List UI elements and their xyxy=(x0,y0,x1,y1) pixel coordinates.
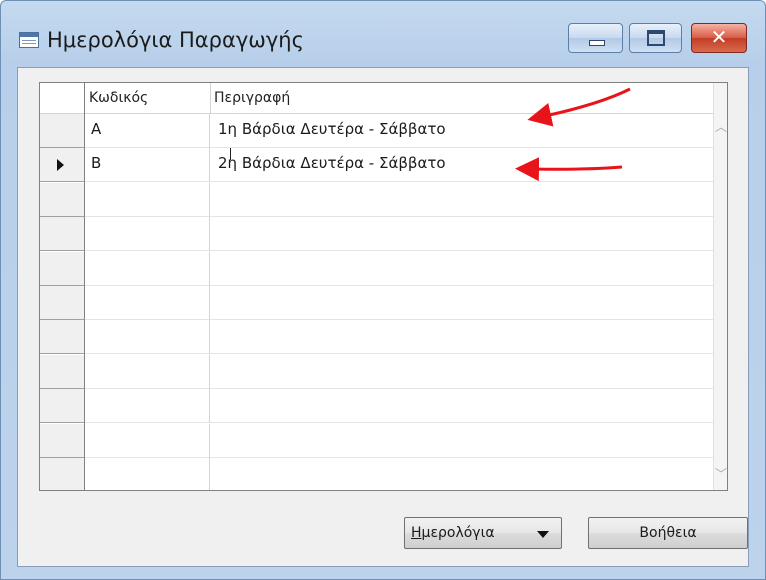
empty-table-row[interactable] xyxy=(40,423,713,458)
close-icon: ✕ xyxy=(710,25,728,49)
code-cell[interactable] xyxy=(85,458,210,490)
code-cell[interactable] xyxy=(85,354,210,389)
maximize-button[interactable] xyxy=(629,23,682,53)
window-title: Ημερολόγια Παραγωγής xyxy=(47,28,304,52)
grid-header: Κωδικός Περιγραφή xyxy=(40,83,713,114)
description-cell[interactable] xyxy=(210,424,713,458)
code-text: A xyxy=(91,120,102,138)
row-selector[interactable] xyxy=(40,423,85,458)
row-selector[interactable] xyxy=(40,182,85,217)
calendars-label: μερολόγια xyxy=(421,525,495,541)
maximize-icon xyxy=(647,30,665,46)
client-area: Κωδικός Περιγραφή A 1η Βάρδια Δευτέρα - Σ… xyxy=(17,67,749,567)
row-selector[interactable] xyxy=(40,148,85,183)
description-text: 2η Βάρδια Δευτέρα - Σάββατο xyxy=(218,154,446,173)
calendars-menu-button[interactable]: Ημερολόγια xyxy=(404,517,562,549)
empty-table-row[interactable] xyxy=(40,182,713,217)
code-cell[interactable] xyxy=(85,389,210,424)
description-cell[interactable] xyxy=(210,458,713,490)
close-button[interactable]: ✕ xyxy=(691,23,747,53)
description-cell[interactable] xyxy=(210,320,713,355)
row-selector[interactable] xyxy=(40,114,85,148)
vertical-scrollbar[interactable]: ︿ ﹀ xyxy=(713,83,727,490)
table-row[interactable]: A 1η Βάρδια Δευτέρα - Σάββατο xyxy=(40,114,713,148)
code-cell[interactable] xyxy=(85,320,210,355)
code-cell[interactable] xyxy=(85,286,210,320)
table-icon xyxy=(19,32,39,48)
row-selector[interactable] xyxy=(40,217,85,252)
code-text: B xyxy=(91,154,102,173)
code-cell[interactable] xyxy=(85,217,210,252)
title-bar[interactable]: Ημερολόγια Παραγωγής ✕ xyxy=(1,1,765,63)
dropdown-arrow-icon xyxy=(537,531,549,538)
description-cell[interactable] xyxy=(210,252,713,286)
code-cell[interactable] xyxy=(85,423,210,458)
description-cell[interactable] xyxy=(210,217,713,252)
description-text: 1η Βάρδια Δευτέρα - Σάββατο xyxy=(218,120,446,138)
table-row[interactable]: B 2η Βάρδια Δευτέρα - Σάββατο xyxy=(40,148,713,183)
description-cell[interactable]: 1η Βάρδια Δευτέρα - Σάββατο xyxy=(210,114,713,148)
scroll-up-icon[interactable]: ︿ xyxy=(714,117,727,137)
empty-table-row[interactable] xyxy=(40,354,713,389)
text-cursor xyxy=(230,148,231,160)
window: Ημερολόγια Παραγωγής ✕ Κωδικός Περιγραφή… xyxy=(0,0,766,580)
row-selector[interactable] xyxy=(40,286,85,320)
empty-table-row[interactable] xyxy=(40,458,713,490)
help-button[interactable]: Βοήθεια xyxy=(588,517,748,549)
scroll-down-icon[interactable]: ﹀ xyxy=(714,464,727,484)
row-selector[interactable] xyxy=(40,354,85,389)
row-selector[interactable] xyxy=(40,389,85,424)
empty-table-row[interactable] xyxy=(40,286,713,320)
help-label: Βοήθεια xyxy=(639,525,697,541)
row-selector[interactable] xyxy=(40,251,85,286)
row-selector[interactable] xyxy=(40,320,85,355)
calendar-grid[interactable]: Κωδικός Περιγραφή A 1η Βάρδια Δευτέρα - Σ… xyxy=(39,82,728,491)
code-cell[interactable] xyxy=(85,182,210,217)
description-cell[interactable] xyxy=(210,286,713,320)
code-cell[interactable]: B xyxy=(85,148,210,183)
row-selector[interactable] xyxy=(40,458,85,490)
code-cell[interactable] xyxy=(85,251,210,286)
description-cell[interactable]: 2η Βάρδια Δευτέρα - Σάββατο xyxy=(210,148,713,183)
minimize-icon xyxy=(589,40,605,46)
current-row-indicator-icon xyxy=(57,159,64,172)
minimize-button[interactable] xyxy=(568,23,623,53)
column-header-description[interactable]: Περιγραφή xyxy=(214,90,290,106)
description-cell[interactable] xyxy=(210,355,713,389)
empty-table-row[interactable] xyxy=(40,320,713,355)
empty-table-row[interactable] xyxy=(40,217,713,252)
description-cell[interactable] xyxy=(210,183,713,217)
empty-table-row[interactable] xyxy=(40,251,713,286)
empty-table-row[interactable] xyxy=(40,389,713,424)
column-header-code[interactable]: Κωδικός xyxy=(89,90,148,106)
description-cell[interactable] xyxy=(210,389,713,424)
calendars-accelerator: Η xyxy=(411,525,422,541)
code-cell[interactable]: A xyxy=(85,114,210,148)
